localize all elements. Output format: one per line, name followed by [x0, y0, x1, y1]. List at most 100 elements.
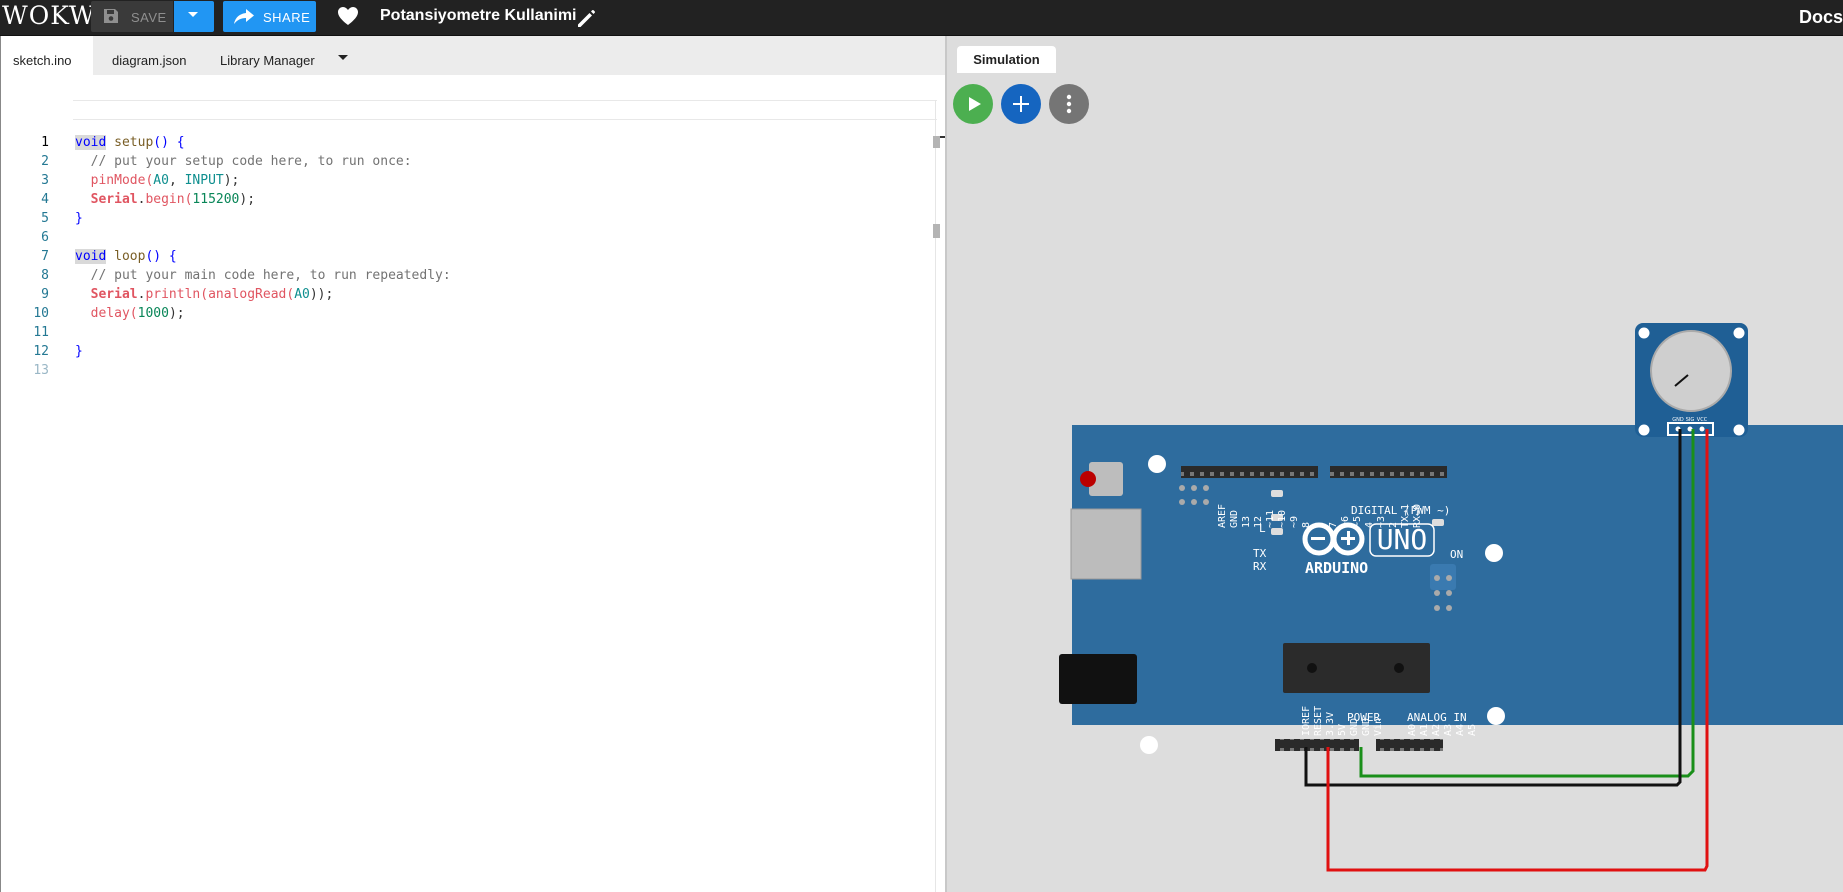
- code-line: delay(1000);: [75, 306, 185, 321]
- token-keyword: void: [75, 135, 107, 150]
- token-punct: ));: [309, 287, 334, 302]
- pin-label: RX←0: [1412, 504, 1423, 528]
- tab-sketch-ino[interactable]: sketch.ino: [1, 36, 93, 75]
- pin-label: AREF: [1217, 504, 1228, 528]
- token-punct: () {: [145, 249, 177, 264]
- pencil-icon[interactable]: [576, 9, 596, 29]
- pin-label: SIG: [1686, 417, 1695, 423]
- digital-header-left: [1181, 466, 1318, 478]
- token-keyword: void: [75, 249, 107, 264]
- line-number: 9: [41, 287, 49, 302]
- mounting-hole: [1485, 544, 1503, 562]
- share-icon: [234, 9, 254, 24]
- editor-panel: sketch.ino diagram.json Library Manager …: [0, 36, 947, 892]
- pin-label: Vin: [1373, 718, 1384, 736]
- potentiometer-knob[interactable]: [1650, 330, 1732, 412]
- tab-library-manager[interactable]: Library Manager: [208, 36, 327, 75]
- token-punct: );: [223, 173, 240, 188]
- line-number: 6: [41, 230, 49, 245]
- line-number: 2: [41, 154, 49, 169]
- overview-ruler-marker: [933, 136, 940, 148]
- token-class: Serial: [90, 192, 138, 207]
- line-number: 13: [33, 363, 49, 378]
- token-punct: (: [200, 287, 209, 302]
- token-function: delay: [90, 306, 130, 321]
- token-punct: () {: [153, 135, 185, 150]
- token-punct: ,: [168, 173, 185, 188]
- pin-label: A5: [1467, 724, 1478, 736]
- potentiometer[interactable]: GND SIG VCC: [1635, 323, 1748, 437]
- tx-label: TX: [1253, 547, 1267, 560]
- token-function: setup: [114, 135, 154, 150]
- share-button[interactable]: SHARE: [223, 1, 316, 32]
- usb-port: [1070, 508, 1142, 580]
- pin-label: VCC: [1697, 417, 1708, 423]
- code-line: void setup() {: [75, 135, 185, 150]
- tab-diagram-json[interactable]: diagram.json: [100, 36, 198, 75]
- pot-pin-labels: GND SIG VCC: [1672, 417, 1707, 423]
- pin-label: TX→1: [1400, 504, 1411, 528]
- pin-label: A2: [1431, 724, 1442, 736]
- pin-label: GND: [1672, 417, 1684, 423]
- token-number: 1000: [137, 306, 169, 321]
- analog-label: ANALOG IN: [1407, 711, 1467, 724]
- line-number: 7: [41, 249, 49, 264]
- mounting-hole: [1140, 736, 1158, 754]
- line-number: 1: [41, 135, 49, 150]
- pin-label: 5V: [1337, 724, 1348, 736]
- line-number: 10: [33, 306, 49, 321]
- analog-header: [1376, 739, 1443, 751]
- token-constant: A0: [294, 287, 310, 302]
- code-editor[interactable]: 1 2 3 4 5 6 7 8 9 10 11 12 13 void setup…: [1, 100, 937, 892]
- line-number: 4: [41, 192, 49, 207]
- pin-label: ~9: [1289, 516, 1300, 528]
- pin-label: A1: [1419, 724, 1430, 736]
- code-line: }: [75, 211, 83, 226]
- pin-label: 4: [1364, 522, 1375, 528]
- line-number: 3: [41, 173, 49, 188]
- code-line: pinMode(A0, INPUT);: [75, 173, 240, 188]
- token-punct: (: [286, 287, 295, 302]
- pin-label: A4: [1455, 724, 1466, 736]
- token-function: loop: [114, 249, 146, 264]
- pin-label: RESET: [1313, 706, 1324, 736]
- code-line: Serial.begin(115200);: [75, 192, 255, 207]
- pin-label: GND: [1361, 718, 1372, 736]
- simulation-panel: Simulation UNO ARDUINO DIGITAL (PWM ~) A…: [947, 36, 1843, 892]
- arduino-uno-board[interactable]: UNO ARDUINO DIGITAL (PWM ~) ANALOG IN PO…: [1059, 425, 1843, 754]
- project-title: Potansiyometre Kullanimi: [380, 7, 577, 24]
- pin-label: 7: [1328, 522, 1339, 528]
- pin-label: A0: [1407, 724, 1418, 736]
- save-options-dropdown[interactable]: [174, 1, 214, 32]
- code-line: Serial.println(analogRead(A0));: [75, 287, 334, 302]
- save-button[interactable]: SAVE: [91, 1, 173, 32]
- circuit-canvas: UNO ARDUINO DIGITAL (PWM ~) ANALOG IN PO…: [1059, 323, 1843, 872]
- pin-label: 13: [1241, 516, 1252, 528]
- token-function: analogRead: [208, 287, 287, 302]
- analog-pin-labels: A0 A1 A2 A3 A4 A5: [1407, 724, 1478, 736]
- heart-icon[interactable]: [337, 6, 359, 26]
- scrollbar-thumb[interactable]: [933, 224, 940, 238]
- pin-label: GND: [1349, 718, 1360, 736]
- pin-label: A3: [1443, 724, 1454, 736]
- board-brand: ARDUINO: [1305, 559, 1368, 577]
- pin-label: 3.3V: [1325, 712, 1336, 736]
- pin-label: 2: [1388, 522, 1399, 528]
- token-punct: );: [168, 306, 185, 321]
- pin-label: ~6: [1340, 516, 1351, 528]
- rx-label: RX: [1253, 560, 1267, 573]
- power-header: [1275, 739, 1359, 751]
- top-bar: WOKWI SAVE SHARE Potansiyometre Kullanim…: [0, 0, 1843, 36]
- pin-label: 8: [1301, 522, 1312, 528]
- tabs-menu-caret-icon[interactable]: [338, 55, 348, 60]
- on-label: ON: [1450, 548, 1463, 561]
- token-function: println: [145, 287, 201, 302]
- caret-down-icon: [188, 12, 198, 17]
- line-number: 5: [41, 211, 49, 226]
- token-function: begin: [145, 192, 185, 207]
- code-line: // put your setup code here, to run once…: [75, 154, 412, 169]
- save-label: SAVE: [131, 10, 167, 25]
- mounting-hole: [1487, 707, 1505, 725]
- reset-button-cap: [1080, 471, 1096, 487]
- docs-link[interactable]: Docs: [1799, 7, 1843, 28]
